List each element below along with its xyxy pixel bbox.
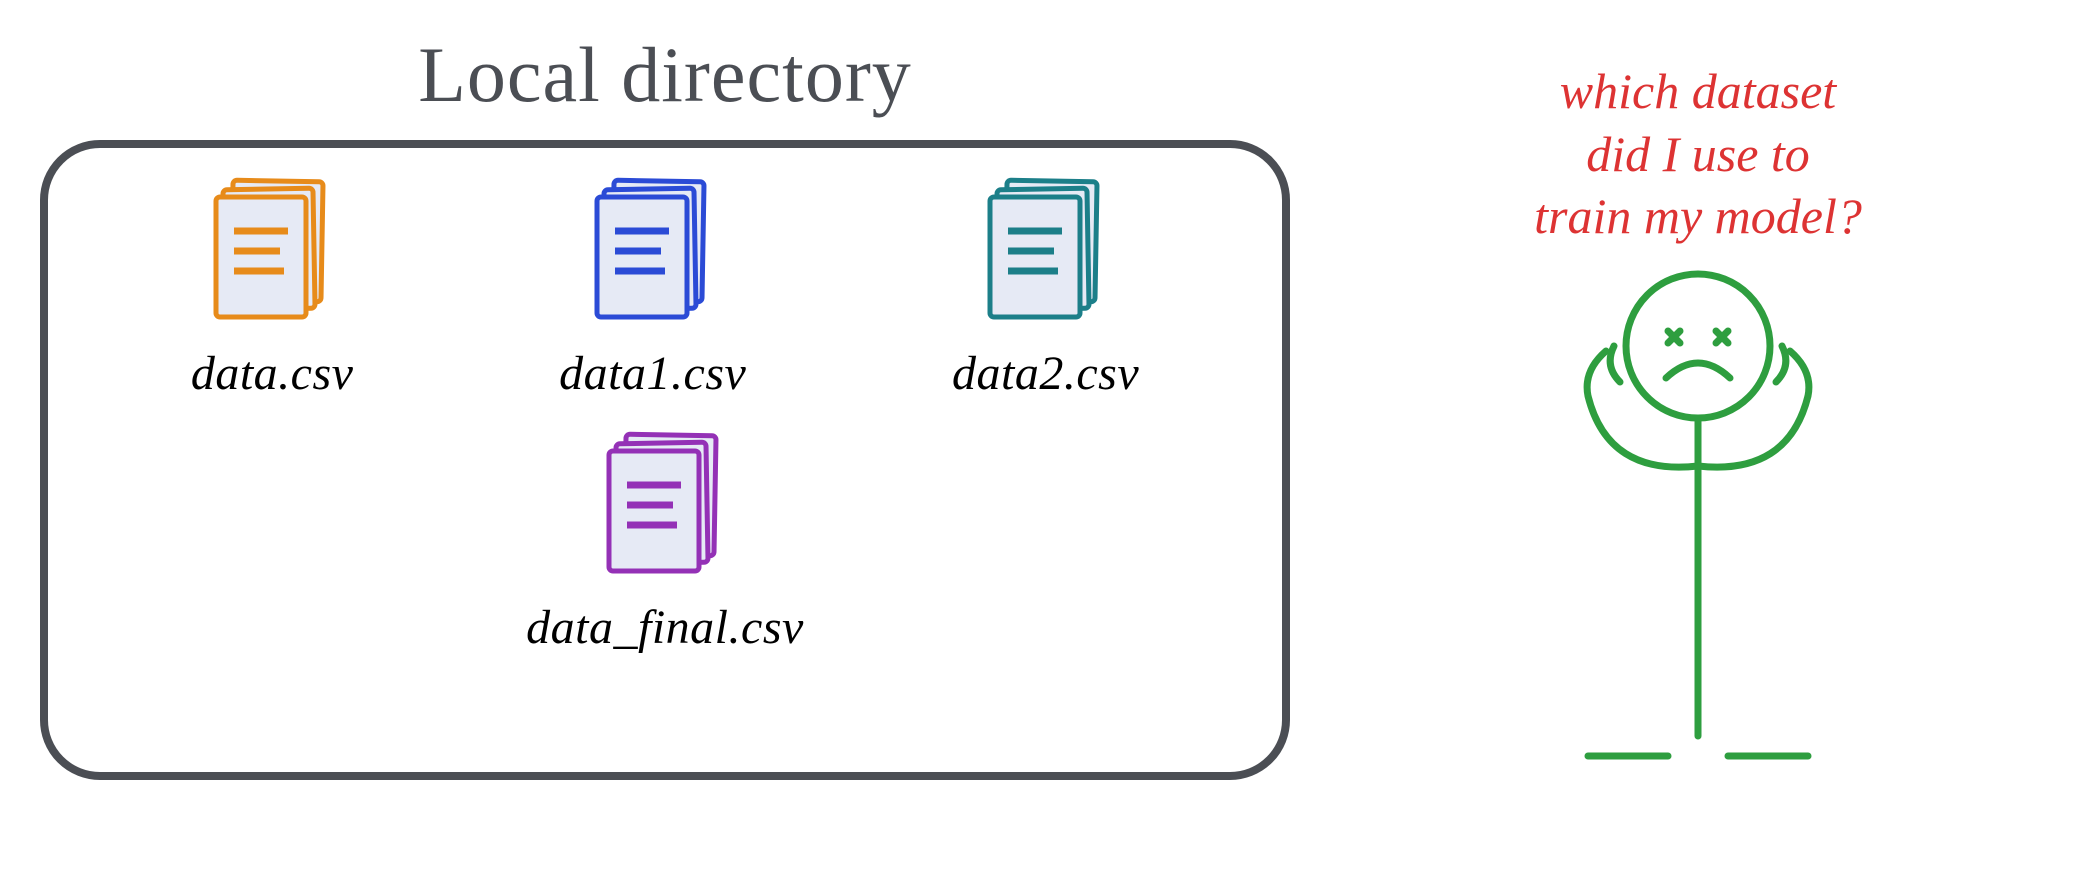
file-label: data.csv (191, 346, 354, 401)
directory-panel: Local directory data (40, 20, 1290, 780)
file-label: data1.csv (559, 346, 746, 401)
file-label: data2.csv (952, 346, 1139, 401)
file-item-1: data1.csv (559, 173, 746, 401)
question-text: which dataset did I use to train my mode… (1534, 60, 1862, 248)
confused-person-icon (1518, 256, 1878, 816)
file-item-3: data_final.csv (526, 427, 804, 655)
file-stack-icon (976, 173, 1116, 338)
person-panel: which dataset did I use to train my mode… (1350, 20, 2046, 816)
file-item-0: data.csv (191, 173, 354, 401)
file-row-2: data_final.csv (88, 427, 1242, 655)
directory-title: Local directory (418, 30, 912, 120)
folder-box: data.csv data1.csv (40, 140, 1290, 780)
file-stack-icon (583, 173, 723, 338)
file-row-1: data.csv data1.csv (88, 173, 1242, 401)
file-label: data_final.csv (526, 600, 804, 655)
file-stack-icon (202, 173, 342, 338)
file-stack-icon (595, 427, 735, 592)
file-item-2: data2.csv (952, 173, 1139, 401)
